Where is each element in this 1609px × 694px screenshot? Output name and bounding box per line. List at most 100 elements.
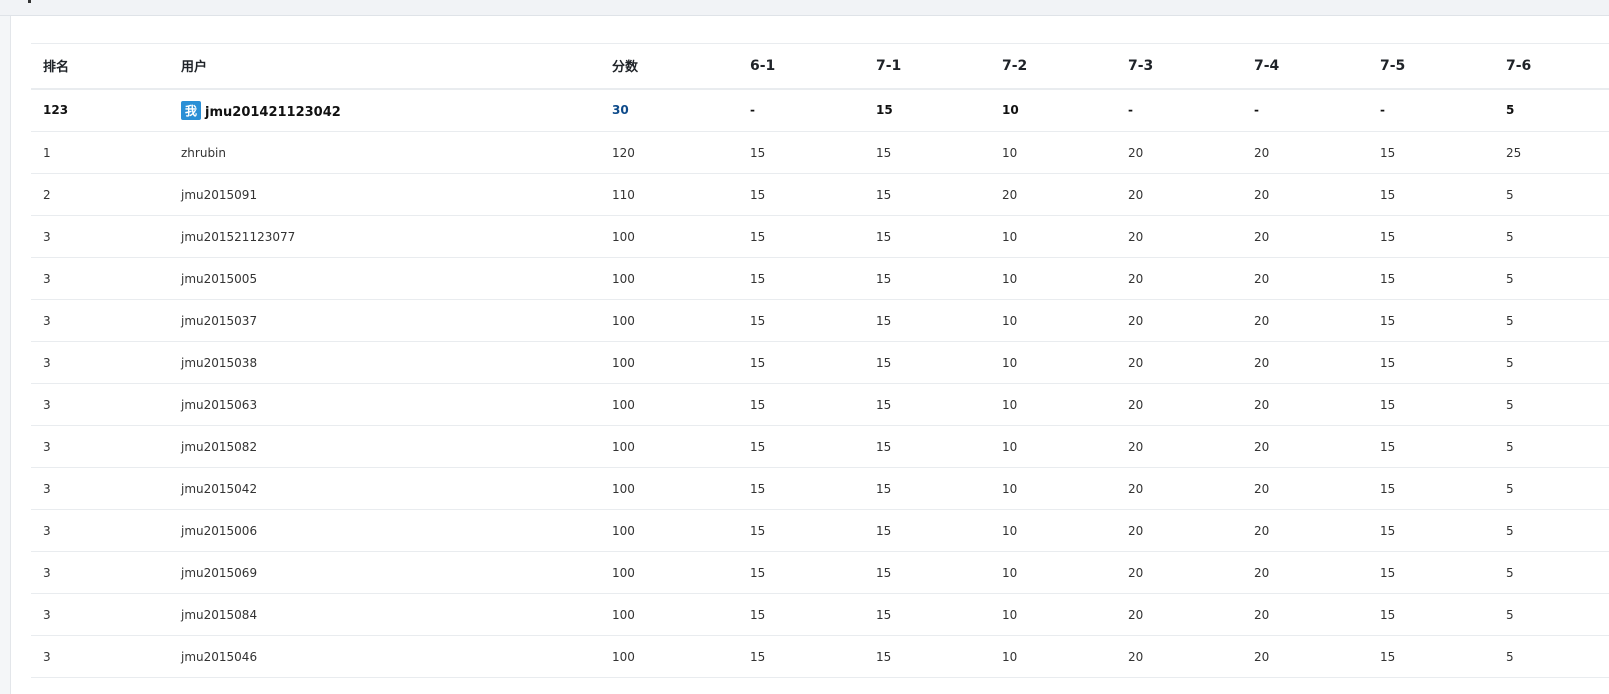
problem-score-7-3: 20 [1116, 341, 1242, 384]
score-cell: 100 [600, 215, 738, 258]
username-cell[interactable]: jmu2015005 [169, 257, 600, 300]
problem-score-7-4: 20 [1242, 341, 1368, 384]
problem-score-7-3: 20 [1116, 173, 1242, 216]
problem-score-7-2: 10 [990, 341, 1116, 384]
problem-score-6-1: 15 [738, 383, 864, 426]
problem-score-7-1: 15 [864, 131, 990, 174]
rank-cell: 3 [31, 257, 169, 300]
problem-score-7-3: 20 [1116, 299, 1242, 342]
score-cell: 120 [600, 131, 738, 174]
table-row: 2 jmu2015091 110 15 15 20 20 20 15 5 [31, 173, 1609, 216]
table-row: 3 jmu201521123077 100 15 15 10 20 20 15 5 [31, 215, 1609, 258]
problem-header-7-3[interactable]: 7-3 [1116, 43, 1242, 90]
problem-score-7-3: 20 [1116, 425, 1242, 468]
problem-score-7-4: 20 [1242, 425, 1368, 468]
problem-score-6-1: 15 [738, 173, 864, 216]
problem-score-7-6: 5 [1494, 467, 1609, 510]
table-row: 1 zhrubin 120 15 15 10 20 20 15 25 [31, 131, 1609, 174]
problem-score-6-1: 15 [738, 257, 864, 300]
username-cell[interactable]: jmu201521123077 [169, 215, 600, 258]
top-bar [0, 0, 1609, 16]
problem-score-7-2: 10 [990, 215, 1116, 258]
table-row: 3 jmu2015063 100 15 15 10 20 20 15 5 [31, 383, 1609, 426]
my-username[interactable]: jmu201421123042 [205, 105, 341, 120]
table-row: 3 jmu2015038 100 15 15 10 20 20 15 5 [31, 341, 1609, 384]
problem-score-6-1: 15 [738, 509, 864, 552]
problem-score-7-2: 10 [990, 593, 1116, 636]
problem-score-7-2: 10 [990, 425, 1116, 468]
my-score: 30 [600, 88, 738, 132]
username-cell[interactable]: jmu2015084 [169, 593, 600, 636]
table-header-row: 排名 用户 分数 6-1 7-1 7-2 7-3 7-4 7-5 7-6 [31, 43, 1609, 90]
rank-cell: 3 [31, 341, 169, 384]
problem-score-7-4: 20 [1242, 635, 1368, 678]
username-cell[interactable]: jmu2015037 [169, 299, 600, 342]
problem-score-6-1: 15 [738, 425, 864, 468]
problem-score-6-1: 15 [738, 467, 864, 510]
table-row: 3 jmu2015082 100 15 15 10 20 20 15 5 [31, 425, 1609, 468]
problem-score-7-1: 15 [864, 509, 990, 552]
username-cell[interactable]: jmu2015082 [169, 425, 600, 468]
rank-cell: 3 [31, 509, 169, 552]
username-cell[interactable]: jmu2015046 [169, 635, 600, 678]
problem-score-7-1: 15 [864, 467, 990, 510]
problem-score-7-2: 10 [990, 509, 1116, 552]
problem-header-7-2[interactable]: 7-2 [990, 43, 1116, 90]
problem-score-7-4: 20 [1242, 257, 1368, 300]
table-row: 3 jmu2015037 100 15 15 10 20 20 15 5 [31, 299, 1609, 342]
rank-cell: 3 [31, 635, 169, 678]
username-cell[interactable]: jmu2015091 [169, 173, 600, 216]
problem-score-7-3: 20 [1116, 635, 1242, 678]
username-cell[interactable]: jmu2015069 [169, 551, 600, 594]
table-row: 3 jmu2015006 100 15 15 10 20 20 15 5 [31, 509, 1609, 552]
problem-score-7-1: 15 [864, 593, 990, 636]
username-cell[interactable]: jmu2015042 [169, 467, 600, 510]
score-cell: 100 [600, 635, 738, 678]
table-row: 3 jmu2015046 100 15 15 10 20 20 15 5 [31, 635, 1609, 678]
problem-score-7-2: 10 [990, 257, 1116, 300]
rank-header: 排名 [31, 43, 169, 90]
problem-score-7-4: 20 [1242, 299, 1368, 342]
username-cell[interactable]: zhrubin [169, 131, 600, 174]
problem-header-7-6[interactable]: 7-6 [1494, 43, 1609, 90]
score-header[interactable]: 分数 [600, 43, 738, 90]
problem-score-6-1: 15 [738, 215, 864, 258]
problem-score-7-5: 15 [1368, 173, 1494, 216]
problem-score-7-3: 20 [1116, 509, 1242, 552]
problem-header-7-1[interactable]: 7-1 [864, 43, 990, 90]
my-problem-7-6: 5 [1494, 88, 1609, 132]
problem-score-7-2: 10 [990, 383, 1116, 426]
problem-score-7-1: 15 [864, 341, 990, 384]
problem-score-7-5: 15 [1368, 383, 1494, 426]
problem-score-7-6: 5 [1494, 509, 1609, 552]
score-cell: 100 [600, 383, 738, 426]
username-cell[interactable]: jmu2015063 [169, 383, 600, 426]
problem-score-7-4: 20 [1242, 383, 1368, 426]
problem-header-7-4[interactable]: 7-4 [1242, 43, 1368, 90]
score-cell: 110 [600, 173, 738, 216]
problem-score-7-6: 5 [1494, 215, 1609, 258]
score-cell: 100 [600, 341, 738, 384]
problem-score-7-5: 15 [1368, 467, 1494, 510]
rank-cell: 2 [31, 173, 169, 216]
problem-score-7-6: 5 [1494, 425, 1609, 468]
table-row: 3 jmu2015084 100 15 15 10 20 20 15 5 [31, 593, 1609, 636]
rank-cell: 3 [31, 551, 169, 594]
username-cell[interactable]: jmu2015038 [169, 341, 600, 384]
problem-score-7-5: 15 [1368, 299, 1494, 342]
problem-score-7-5: 15 [1368, 425, 1494, 468]
problem-header-6-1[interactable]: 6-1 [738, 43, 864, 90]
rank-cell: 1 [31, 131, 169, 174]
table-row: 3 jmu2015005 100 15 15 10 20 20 15 5 [31, 257, 1609, 300]
problem-score-7-6: 5 [1494, 593, 1609, 636]
ranking-panel: 排名 用户 分数 6-1 7-1 7-2 7-3 7-4 7-5 7-6 12 3… [10, 16, 1609, 694]
username-cell[interactable]: jmu2015006 [169, 509, 600, 552]
problem-score-7-1: 15 [864, 425, 990, 468]
my-problem-7-1: 15 [864, 88, 990, 132]
my-user-cell: 我 jmu201421123042 [169, 88, 600, 132]
my-problem-6-1: - [738, 88, 864, 132]
problem-score-7-5: 15 [1368, 593, 1494, 636]
problem-score-7-1: 15 [864, 299, 990, 342]
score-cell: 100 [600, 257, 738, 300]
problem-header-7-5[interactable]: 7-5 [1368, 43, 1494, 90]
